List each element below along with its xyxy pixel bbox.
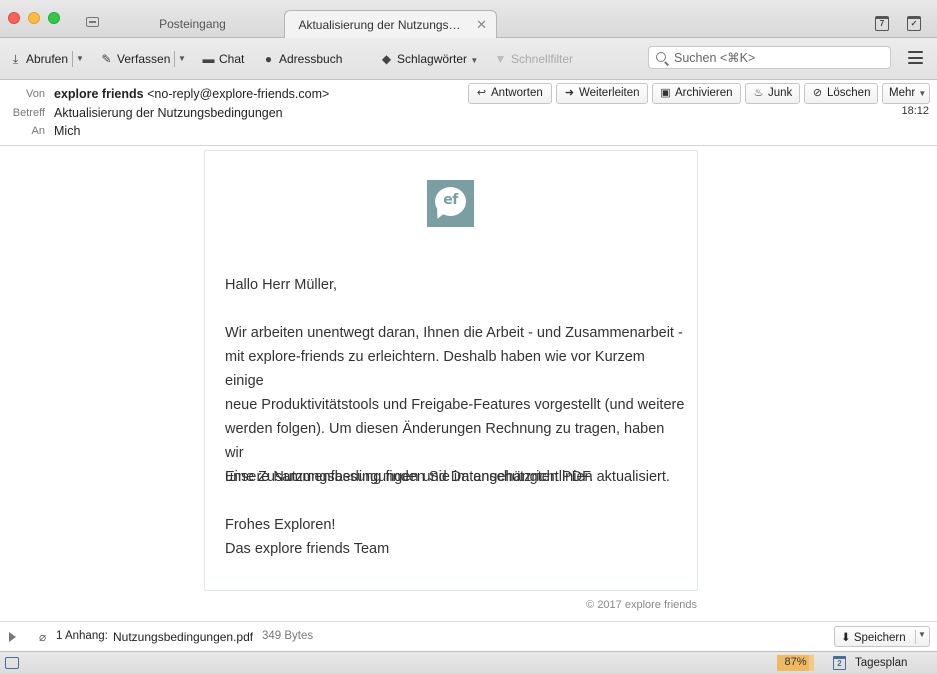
explore-friends-logo: ef (427, 180, 474, 227)
flame-icon: ♨ (753, 87, 764, 99)
archive-box-icon: ▣ (660, 87, 671, 99)
tab-message[interactable]: Aktualisierung der Nutzungs… ✕ (284, 10, 497, 38)
reply-icon: ↩ (476, 87, 487, 99)
forward-arrow-icon: ➜ (564, 87, 575, 99)
greeting: Hallo Herr Müller, (225, 277, 337, 293)
pencil-icon: ✎ (101, 52, 112, 66)
title-bar: Posteingang Aktualisierung der Nutzungs…… (0, 0, 937, 38)
attachment-bar: ⌀ 1 Anhang: Nutzungsbedingungen.pdf 349 … (0, 621, 937, 651)
paragraph-line: neue Produktivitätstools und Freigabe-Fe… (225, 397, 685, 413)
tags-dropdown-icon: ▼ (470, 56, 479, 65)
message-header: Von explore friends <no-reply@explore-fr… (0, 80, 937, 146)
tab-message-label: Aktualisierung der Nutzungs… (298, 18, 461, 32)
email-card: ef Hallo Herr Müller, Wir arbeiten unent… (204, 150, 698, 591)
status-bar: 87% 2 Tagesplan (0, 651, 937, 674)
save-label: Speichern (853, 632, 906, 644)
more-dropdown-icon: ▼ (918, 89, 927, 98)
save-dropdown-icon[interactable]: ▼ (918, 630, 926, 639)
close-window-button[interactable] (8, 12, 20, 24)
recipient[interactable]: Mich (54, 124, 80, 138)
toolbar-separator (72, 51, 73, 67)
paragraph-line: Wir arbeiten unentwegt daran, Ihnen die … (225, 325, 683, 341)
filter-icon: ▼ (494, 52, 507, 66)
compose-label: Verfassen (117, 52, 171, 66)
search-input[interactable] (674, 49, 884, 67)
chat-button[interactable]: ▬ Chat (201, 51, 245, 67)
paperclip-icon: ⌀ (39, 630, 47, 644)
paragraph-line: mit explore-friends zu erleichtern. Desh… (225, 349, 645, 389)
quick-filter-label: Schnellfilter (511, 52, 574, 66)
search-box[interactable] (648, 46, 891, 69)
address-book-label: Adressbuch (279, 52, 343, 66)
chat-bubble-icon: ▬ (202, 52, 215, 66)
reply-button[interactable]: ↩ Antworten (468, 83, 552, 104)
subject-label: Betreff (12, 107, 45, 119)
toolbar-separator (174, 51, 175, 67)
paragraph-line: werden folgen). Um diesen Änderungen Rec… (225, 421, 665, 461)
compose-button[interactable]: ✎ Verfassen (99, 51, 170, 67)
prohibited-icon: ⊘ (812, 87, 823, 99)
tasks-icon[interactable]: ✓ (907, 16, 921, 31)
archive-button[interactable]: ▣ Archivieren (652, 83, 741, 104)
progress-indicator: 87% (777, 655, 814, 671)
close-tab-icon[interactable]: ✕ (476, 11, 487, 39)
attachment-count: 1 Anhang: (56, 630, 108, 642)
message-body: ef Hallo Herr Müller, Wir arbeiten unent… (0, 147, 937, 621)
forward-label: Weiterleiten (579, 87, 640, 99)
expand-attachments-icon[interactable] (9, 632, 16, 642)
tags-label: Schlagwörter (397, 52, 468, 66)
compose-dropdown-icon[interactable]: ▼ (177, 51, 187, 67)
main-toolbar: ⤓ Abrufen ▼ ✎ Verfassen ▼ ▬ Chat ● Adressbuc… (0, 38, 937, 80)
tab-inbox[interactable]: Posteingang (105, 10, 280, 38)
archive-label: Archivieren (675, 87, 733, 99)
person-icon: ● (264, 52, 273, 66)
reply-label: Antworten (491, 87, 543, 99)
closing-text: Frohes Exploren! (225, 517, 336, 533)
subject-text: Aktualisierung der Nutzungsbedingungen (54, 106, 283, 120)
attachment-size: 349 Bytes (262, 630, 314, 642)
junk-button[interactable]: ♨ Junk (745, 83, 800, 104)
get-mail-label: Abrufen (26, 52, 69, 66)
to-label: An (31, 125, 45, 137)
more-button[interactable]: Mehr ▼ (882, 83, 930, 104)
delete-button[interactable]: ⊘ Löschen (804, 83, 878, 104)
forward-button[interactable]: ➜ Weiterleiten (556, 83, 648, 104)
download-icon: ⤓ (12, 52, 19, 66)
progress-text: 87% (784, 656, 807, 668)
today-pane-calendar-icon[interactable]: 2 (833, 656, 846, 670)
online-status-icon[interactable] (5, 657, 19, 669)
address-book-button[interactable]: ● Adressbuch (261, 51, 343, 67)
junk-label: Junk (768, 87, 793, 99)
calendar-icon[interactable]: 7 (875, 16, 889, 31)
today-pane-label[interactable]: Tagesplan (855, 657, 907, 669)
quick-filter-button[interactable]: ▼ Schnellfilter (493, 51, 573, 67)
download-arrow-icon: ⬇ (841, 632, 851, 644)
chat-label: Chat (219, 52, 245, 66)
signature-text: Das explore friends Team (225, 541, 390, 557)
more-label: Mehr (889, 87, 916, 99)
tag-icon: ◆ (381, 52, 392, 66)
summary-text: Eine Zusammenfassung finden Sie im angeh… (225, 469, 594, 485)
search-icon (656, 52, 666, 62)
minimize-window-button[interactable] (28, 12, 40, 24)
hamburger-menu-icon[interactable] (908, 51, 923, 64)
message-time: 18:12 (901, 105, 929, 117)
attachment-filename[interactable]: Nutzungsbedingungen.pdf (113, 630, 253, 644)
zoom-window-button[interactable] (48, 12, 60, 24)
get-mail-dropdown-icon[interactable]: ▼ (75, 51, 85, 67)
get-mail-button[interactable]: ⤓ Abrufen (8, 51, 68, 67)
copyright-text: © 2017 explore friends (586, 599, 697, 611)
tags-button[interactable]: ◆ Schlagwörter ▼ (379, 51, 478, 67)
delete-label: Löschen (827, 87, 871, 99)
save-attachment-button[interactable]: ⬇ Speichern ▼ (834, 626, 930, 647)
message-actions: ↩ Antworten ➜ Weiterleiten ▣ Archivieren ♨ J… (0, 83, 937, 104)
body-paragraph: Wir arbeiten unentwegt daran, Ihnen die … (225, 321, 685, 489)
inbox-tray-icon (86, 17, 99, 27)
